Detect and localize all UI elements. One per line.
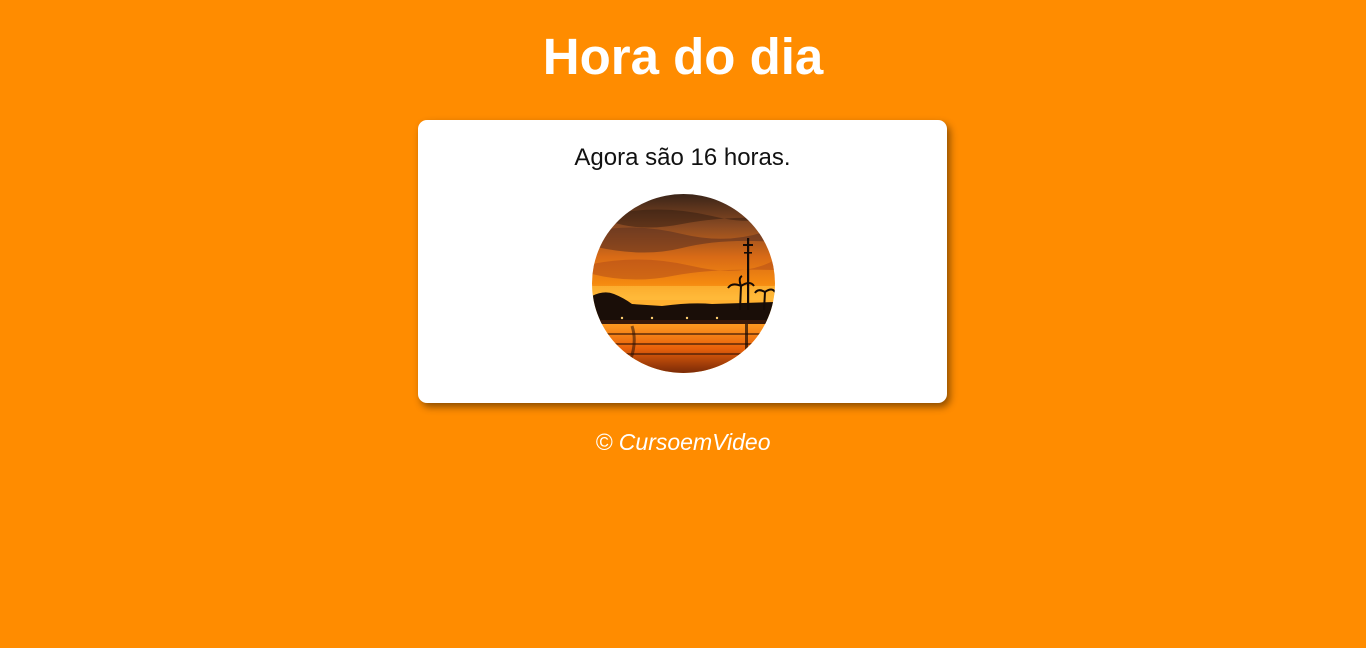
sunset-image: [592, 194, 775, 373]
page-footer: © CursoemVideo: [0, 428, 1366, 456]
time-message: Agora são 16 horas.: [574, 144, 791, 171]
sunset-photo: [592, 194, 775, 373]
page-header: Hora do dia: [0, 0, 1366, 86]
copyright-credit: © CursoemVideo: [595, 429, 771, 455]
page-title: Hora do dia: [542, 28, 824, 85]
time-card: Agora são 16 horas.: [418, 120, 947, 403]
